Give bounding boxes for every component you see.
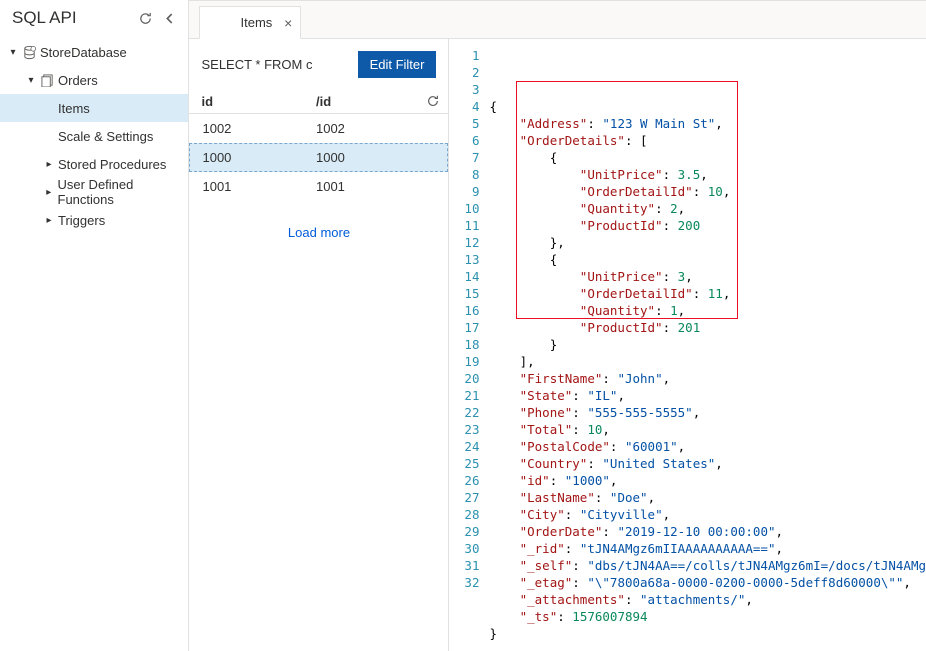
code-line: { (489, 149, 926, 166)
code-line: "PostalCode": "60001", (489, 438, 926, 455)
code-line: "LastName": "Doe", (489, 489, 926, 506)
code-line: } (489, 336, 926, 353)
tree-item[interactable]: Items (0, 94, 188, 122)
tree-item-label: Scale & Settings (56, 129, 153, 144)
items-table: id /id 100210021000100010011001 (189, 90, 448, 201)
code-line: "ProductId": 201 (489, 319, 926, 336)
refresh-icon[interactable] (136, 9, 154, 27)
tree-item[interactable]: Scale & Settings (0, 122, 188, 150)
load-more-link[interactable]: Load more (189, 201, 448, 264)
query-text: SELECT * FROM c (201, 57, 347, 72)
code[interactable]: { "Address": "123 W Main St", "OrderDeta… (489, 47, 926, 651)
tabbar: Items × (189, 1, 926, 39)
collapse-icon[interactable] (160, 9, 178, 27)
cell-id: 1002 (190, 121, 304, 136)
sidebar-title: SQL API (12, 8, 77, 28)
code-line: "UnitPrice": 3, (489, 268, 926, 285)
code-line: "Country": "United States", (489, 455, 926, 472)
tree-item[interactable]: ▸Triggers (0, 206, 188, 234)
main: Items × SELECT * FROM c Edit Filter id /… (189, 0, 926, 651)
tree-item[interactable]: ▸Stored Procedures (0, 150, 188, 178)
sidebar: SQL API ▾ StoreDatabase ▾ (0, 0, 189, 651)
code-line: "City": "Cityville", (489, 506, 926, 523)
table-row[interactable]: 10001000 (189, 143, 448, 172)
cell-id: 1001 (190, 179, 304, 194)
code-line: { (489, 98, 926, 115)
code-line: "_rid": "tJN4AMgz6mIIAAAAAAAAAA==", (489, 540, 926, 557)
code-line: "OrderDetailId": 11, (489, 285, 926, 302)
tree-item-label: User Defined Functions (56, 177, 189, 207)
tree-database[interactable]: ▾ StoreDatabase (0, 38, 188, 66)
code-line: "OrderDetails": [ (489, 132, 926, 149)
col-partition[interactable]: /id (304, 94, 419, 109)
tree-collection[interactable]: ▾ Orders (0, 66, 188, 94)
code-line: ], (489, 353, 926, 370)
caret-right-icon: ▸ (42, 187, 56, 198)
cell-partition: 1002 (304, 121, 418, 136)
code-line: "OrderDate": "2019-12-10 00:00:00", (489, 523, 926, 540)
tree-item-label: Items (56, 101, 90, 116)
json-editor[interactable]: 1234567891011121314151617181920212223242… (449, 39, 926, 651)
code-line: "Phone": "555-555-5555", (489, 404, 926, 421)
code-line: "_attachments": "attachments/", (489, 591, 926, 608)
code-line: }, (489, 234, 926, 251)
tree-database-label: StoreDatabase (38, 45, 127, 60)
collection-icon (38, 74, 56, 87)
table-row[interactable]: 10011001 (189, 172, 448, 201)
tree-item-label: Stored Procedures (56, 157, 166, 172)
code-line: "OrderDetailId": 10, (489, 183, 926, 200)
caret-right-icon: ▸ (42, 159, 56, 170)
code-line: "ProductId": 200 (489, 217, 926, 234)
cell-id: 1000 (190, 150, 304, 165)
caret-down-icon: ▾ (24, 75, 38, 86)
edit-filter-button[interactable]: Edit Filter (358, 51, 437, 78)
code-line: "_etag": "\"7800a68a-0000-0200-0000-5def… (489, 574, 926, 591)
tab-items[interactable]: Items × (199, 6, 301, 39)
code-line: } (489, 625, 926, 642)
refresh-items-icon[interactable] (418, 94, 448, 109)
cell-partition: 1000 (304, 150, 418, 165)
tab-label: Items (240, 15, 272, 30)
code-line: "Quantity": 1, (489, 302, 926, 319)
app-root: SQL API ▾ StoreDatabase ▾ (0, 0, 926, 651)
code-line: "Quantity": 2, (489, 200, 926, 217)
close-icon[interactable]: × (284, 15, 292, 31)
code-line: { (489, 251, 926, 268)
tree: ▾ StoreDatabase ▾ Orders Items Scale & Se… (0, 34, 188, 234)
tree-item[interactable]: ▸User Defined Functions (0, 178, 188, 206)
code-line: "Address": "123 W Main St", (489, 115, 926, 132)
tree-item-label: Triggers (56, 213, 105, 228)
content: SELECT * FROM c Edit Filter id /id 10021… (189, 39, 926, 651)
code-line: "_self": "dbs/tJN4AA==/colls/tJN4AMgz6mI… (489, 557, 926, 574)
col-id[interactable]: id (189, 94, 304, 109)
sidebar-header: SQL API (0, 0, 188, 34)
caret-right-icon: ▸ (42, 215, 56, 226)
code-line: "UnitPrice": 3.5, (489, 166, 926, 183)
code-line: "Total": 10, (489, 421, 926, 438)
code-line: "State": "IL", (489, 387, 926, 404)
code-line: "id": "1000", (489, 472, 926, 489)
table-row[interactable]: 10021002 (189, 114, 448, 143)
code-line: "_ts": 1576007894 (489, 608, 926, 625)
caret-down-icon: ▾ (6, 47, 20, 58)
cell-partition: 1001 (304, 179, 418, 194)
items-pane: SELECT * FROM c Edit Filter id /id 10021… (189, 39, 449, 651)
code-line: "FirstName": "John", (489, 370, 926, 387)
gutter: 1234567891011121314151617181920212223242… (449, 47, 489, 651)
database-icon (20, 45, 38, 60)
tree-collection-label: Orders (56, 73, 98, 88)
